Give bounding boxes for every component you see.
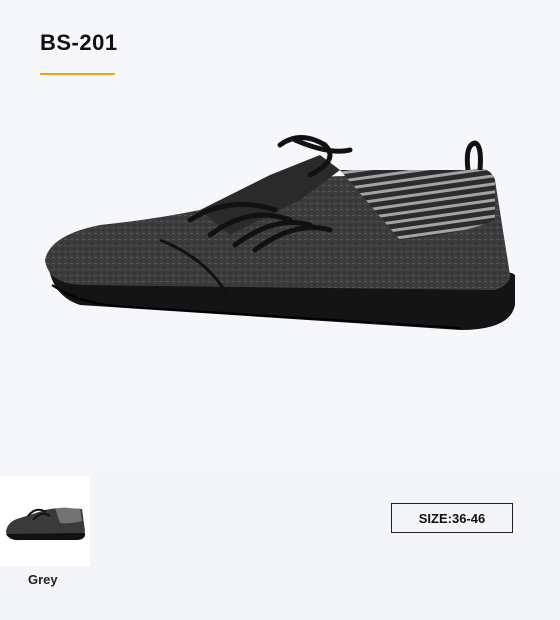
shoe-thumbnail-image <box>6 507 86 541</box>
variant-label-grey: Grey <box>28 572 58 587</box>
product-image <box>45 135 515 330</box>
product-title: BS-201 <box>40 30 118 55</box>
variant-thumbnail-grey[interactable] <box>0 476 90 566</box>
title-underline <box>40 73 115 75</box>
size-range-badge: SIZE:36-46 <box>391 503 513 533</box>
product-hero: BS-201 <box>0 0 560 465</box>
